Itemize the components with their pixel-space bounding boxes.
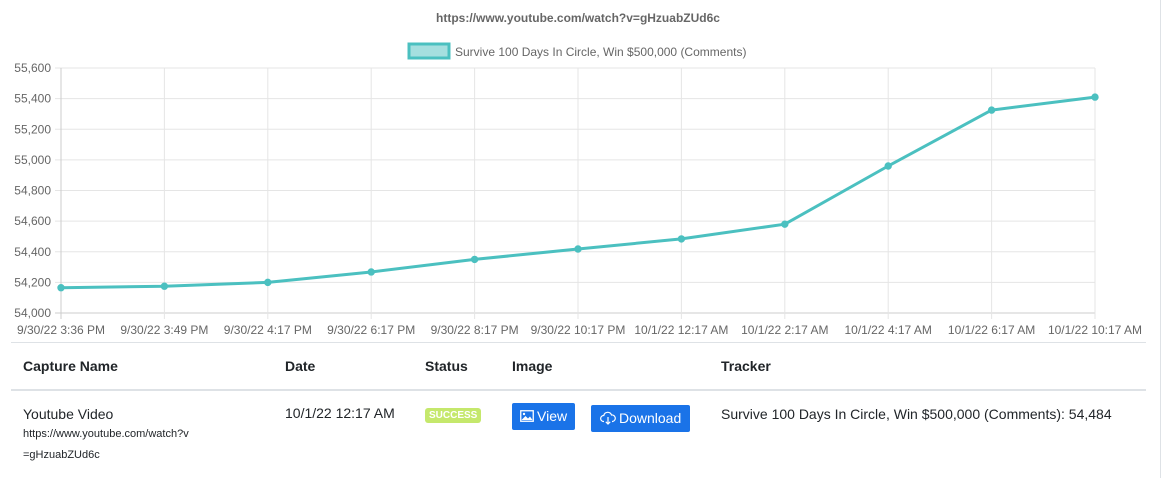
y-tick-label: 55,600: [14, 61, 51, 75]
status-badge: SUCCESS: [425, 407, 482, 423]
download-button[interactable]: Download: [590, 404, 691, 432]
legend-label: Survive 100 Days In Circle, Win $500,000…: [455, 45, 746, 59]
data-point[interactable]: [987, 106, 996, 114]
data-point[interactable]: [781, 220, 789, 228]
header-tracker[interactable]: Tracker: [709, 342, 1146, 391]
data-point[interactable]: [884, 162, 892, 170]
header-date[interactable]: Date: [273, 342, 413, 391]
x-tick-label: 10/1/22 4:17 AM: [844, 323, 931, 337]
chart-title: https://www.youtube.com/watch?v=gHzuabZU…: [436, 11, 720, 25]
view-button[interactable]: View: [512, 402, 576, 430]
x-tick-label: 9/30/22 3:49 PM: [120, 323, 208, 337]
x-tick-label: 10/1/22 12:17 AM: [634, 323, 728, 337]
y-tick-label: 55,200: [14, 122, 51, 136]
x-tick-label: 9/30/22 8:17 PM: [431, 323, 519, 337]
y-tick-label: 54,400: [14, 245, 51, 259]
tracker-value: Survive 100 Days In Circle, Win $500,000…: [721, 405, 1112, 422]
capture-date-cell: 10/1/22 12:17 AM: [273, 390, 413, 480]
x-tick-label: 9/30/22 4:17 PM: [224, 323, 312, 337]
data-point[interactable]: [264, 278, 272, 287]
y-tick-label: 54,800: [14, 184, 51, 198]
legend-swatch: [407, 42, 451, 60]
header-image[interactable]: Image: [500, 342, 709, 391]
chart-legend[interactable]: Survive 100 Days In Circle, Win $500,000…: [407, 42, 746, 60]
capture-status-cell: SUCCESS: [413, 390, 500, 480]
image-icon: [520, 410, 534, 422]
x-tick-label: 10/1/22 2:17 AM: [741, 323, 828, 337]
x-tick-label: 9/30/22 3:36 PM: [17, 323, 105, 337]
data-point[interactable]: [57, 284, 65, 292]
data-point[interactable]: [367, 268, 375, 276]
table-row: Youtube Video https://www.youtube.com/wa…: [11, 390, 1146, 480]
captures-table: Capture Name Date Status Image Tracker Y…: [11, 342, 1146, 480]
y-tick-label: 54,600: [14, 214, 51, 228]
header-status[interactable]: Status: [413, 342, 500, 391]
cloud-download-icon: [600, 411, 616, 425]
view-button-label: View: [537, 408, 568, 424]
data-point[interactable]: [677, 235, 686, 243]
panel-border: [1160, 0, 1161, 478]
y-tick-label: 55,400: [14, 92, 51, 106]
capture-name-cell: Youtube Video https://www.youtube.com/wa…: [11, 390, 273, 480]
table-header-row: Capture Name Date Status Image Tracker: [11, 342, 1146, 391]
chart-grid: [55, 67, 1096, 319]
data-point[interactable]: [160, 282, 169, 290]
tracker-cell: Survive 100 Days In Circle, Win $500,000…: [709, 390, 1146, 480]
header-capture-name[interactable]: Capture Name: [11, 342, 273, 391]
data-point[interactable]: [1091, 93, 1099, 101]
capture-name: Youtube Video: [23, 405, 114, 422]
capture-date: 10/1/22 12:17 AM: [285, 404, 395, 421]
y-tick-label: 55,000: [14, 153, 51, 167]
comments-line-chart: https://www.youtube.com/watch?v=gHzuabZU…: [14, 11, 1142, 337]
data-point[interactable]: [470, 255, 479, 264]
x-tick-label: 9/30/22 6:17 PM: [327, 323, 415, 337]
data-point[interactable]: [574, 245, 582, 253]
y-tick-label: 54,000: [14, 306, 51, 320]
x-tick-label: 10/1/22 10:17 AM: [1048, 323, 1142, 337]
capture-image-cell: View Download: [500, 390, 709, 480]
download-button-label: Download: [618, 410, 682, 426]
y-tick-label: 54,200: [14, 275, 51, 289]
capture-url: https://www.youtube.com/watch?v=gHzuabZU…: [23, 427, 189, 461]
x-tick-label: 10/1/22 6:17 AM: [948, 323, 1035, 337]
x-tick-label: 9/30/22 10:17 PM: [531, 323, 626, 337]
